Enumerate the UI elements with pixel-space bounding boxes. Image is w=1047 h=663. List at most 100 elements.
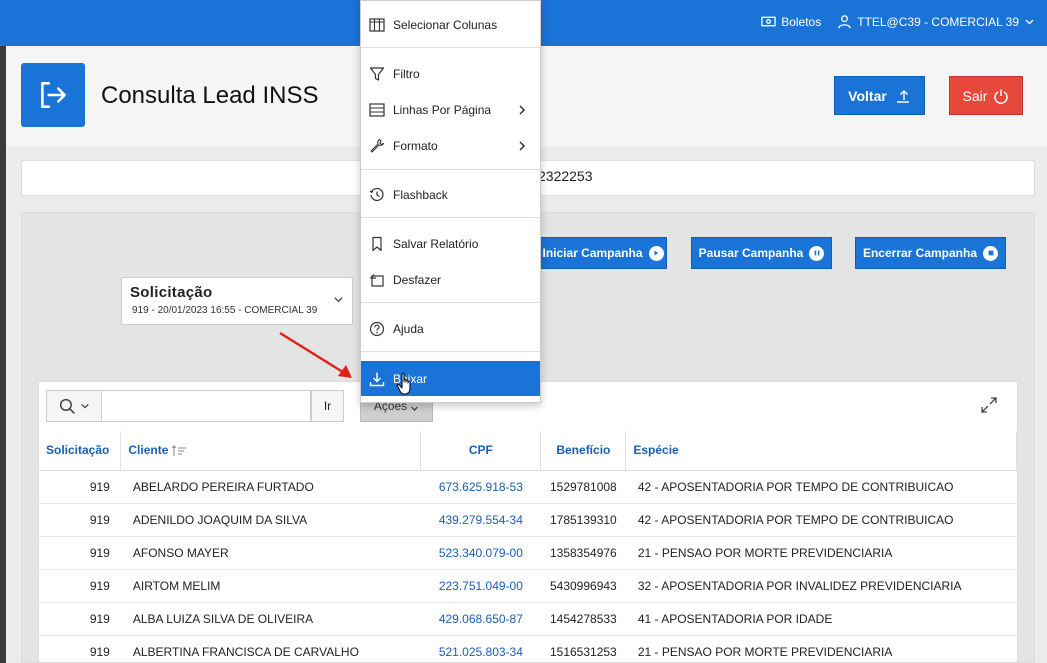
- user-menu[interactable]: TTEL@C39 - COMERCIAL 39: [837, 14, 1035, 29]
- cell-cpf-link[interactable]: 673.625.918-53: [420, 470, 541, 504]
- column-header-cliente-label: Cliente: [128, 443, 169, 458]
- top-right-nav: Boletos TTEL@C39 - COMERCIAL 39: [761, 14, 1035, 29]
- solicitacao-select[interactable]: Solicitação 919 - 20/01/2023 16:55 - COM…: [121, 277, 353, 325]
- bookmark-icon: [372, 236, 382, 252]
- cell-especie: 42 - APOSENTADORIA POR TEMPO DE CONTRIBU…: [625, 470, 1017, 504]
- cell-especie: 41 - APOSENTADORIA POR IDADE: [625, 602, 1017, 636]
- menu-item-linhas-por-pagina[interactable]: Linhas Por Página: [361, 95, 540, 125]
- page-icon: [21, 63, 85, 127]
- menu-item-baixar[interactable]: Baixar: [361, 361, 540, 396]
- cell-cpf-link[interactable]: 521.025.803-34: [420, 635, 541, 663]
- go-button[interactable]: Ir: [311, 390, 344, 422]
- search-column-button[interactable]: [46, 390, 102, 422]
- cell-solicitacao: 919: [39, 569, 121, 603]
- table-row: 919 ABELARDO PEREIRA FURTADO 673.625.918…: [39, 470, 1017, 504]
- chevron-down-icon: [334, 297, 343, 303]
- info-text: 2322253: [538, 168, 593, 184]
- boletos-link[interactable]: Boletos: [761, 14, 821, 29]
- cell-cpf-link[interactable]: 439.279.554-34: [420, 503, 541, 537]
- upload-arrow-icon: [896, 89, 909, 103]
- column-header-especie[interactable]: Espécie: [625, 431, 1017, 471]
- menu-item-filtro[interactable]: Filtro: [361, 59, 540, 89]
- cell-solicitacao: 919: [39, 470, 121, 504]
- end-campaign-button[interactable]: Encerrar Campanha: [855, 237, 1006, 269]
- cell-cliente: AIRTOM MELIM: [120, 569, 421, 603]
- power-icon: [994, 89, 1009, 104]
- search-icon: [59, 398, 75, 414]
- search-input[interactable]: [102, 390, 311, 422]
- menu-item-label: Filtro: [393, 67, 420, 81]
- back-button[interactable]: Voltar: [834, 76, 925, 115]
- pause-campaign-label: Pausar Campanha: [698, 246, 804, 260]
- wrench-icon: [370, 138, 385, 153]
- filter-icon: [369, 67, 385, 81]
- rows-icon: [369, 103, 385, 117]
- help-icon: [369, 321, 385, 337]
- menu-divider: [361, 47, 540, 48]
- menu-item-label: Formato: [393, 139, 438, 153]
- cell-beneficio: 5430996943: [540, 569, 626, 603]
- chevron-down-icon: [411, 406, 419, 411]
- undo-icon: [370, 274, 384, 287]
- table-row: 919 ALBERTINA FRANCISCA DE CARVALHO 521.…: [39, 635, 1017, 663]
- cell-solicitacao: 919: [39, 635, 121, 663]
- solicitacao-value: 919 - 20/01/2023 16:55 - COMERCIAL 39: [132, 305, 318, 316]
- cell-especie: 42 - APOSENTADORIA POR TEMPO DE CONTRIBU…: [625, 503, 1017, 537]
- actions-menu: Selecionar Colunas Filtro Linhas Por Pág…: [360, 0, 541, 403]
- chevron-right-icon: [519, 141, 526, 151]
- cell-cpf-link[interactable]: 429.068.650-87: [420, 602, 541, 636]
- chevron-down-icon: [80, 403, 89, 409]
- exit-button[interactable]: Sair: [949, 76, 1023, 115]
- pause-icon: [809, 245, 825, 261]
- cell-cliente: ALBERTINA FRANCISCA DE CARVALHO: [120, 635, 421, 663]
- cell-solicitacao: 919: [39, 536, 121, 570]
- cell-cliente: ADENILDO JOAQUIM DA SILVA: [120, 503, 421, 537]
- table-row: 919 AIRTOM MELIM 223.751.049-00 54309969…: [39, 569, 1017, 603]
- cell-especie: 21 - PENSAO POR MORTE PREVIDENCIARIA: [625, 635, 1017, 663]
- download-icon: [369, 372, 385, 386]
- column-header-beneficio[interactable]: Benefício: [540, 431, 627, 471]
- cell-especie: 32 - APOSENTADORIA POR INVALIDEZ PREVIDE…: [625, 569, 1017, 603]
- column-header-solicitacao[interactable]: Solicitação: [39, 431, 122, 471]
- menu-item-selecionar-colunas[interactable]: Selecionar Colunas: [361, 10, 540, 40]
- cell-beneficio: 1516531253: [540, 635, 626, 663]
- chevron-down-icon: [1025, 19, 1034, 25]
- cell-beneficio: 1358354976: [540, 536, 626, 570]
- cell-cpf-link[interactable]: 523.340.079-00: [420, 536, 541, 570]
- cell-cliente: ABELARDO PEREIRA FURTADO: [120, 470, 421, 504]
- cell-solicitacao: 919: [39, 602, 121, 636]
- money-icon: [761, 16, 776, 27]
- cell-cliente: AFONSO MAYER: [120, 536, 421, 570]
- menu-item-salvar-relatorio[interactable]: Salvar Relatório: [361, 229, 540, 259]
- columns-icon: [369, 18, 385, 32]
- column-header-cpf[interactable]: CPF: [420, 431, 542, 471]
- menu-item-flashback[interactable]: Flashback: [361, 180, 540, 210]
- user-label: TTEL@C39 - COMERCIAL 39: [857, 14, 1019, 29]
- clock-icon: [369, 187, 384, 202]
- start-campaign-button[interactable]: Iniciar Campanha: [539, 237, 667, 269]
- play-icon: [648, 245, 664, 261]
- table-row: 919 ALBA LUIZA SILVA DE OLIVEIRA 429.068…: [39, 602, 1017, 636]
- cell-beneficio: 1785139310: [540, 503, 626, 537]
- solicitacao-label: Solicitação: [130, 284, 213, 301]
- pause-campaign-button[interactable]: Pausar Campanha: [691, 237, 832, 269]
- cell-cpf-link[interactable]: 223.751.049-00: [420, 569, 541, 603]
- column-header-cliente[interactable]: Cliente: [120, 431, 422, 471]
- stop-icon: [983, 245, 999, 261]
- expand-icon[interactable]: [980, 396, 998, 414]
- menu-item-desfazer[interactable]: Desfazer: [361, 265, 540, 295]
- menu-divider: [361, 169, 540, 170]
- menu-item-label: Salvar Relatório: [393, 237, 479, 251]
- menu-item-ajuda[interactable]: Ajuda: [361, 314, 540, 344]
- user-icon: [838, 15, 851, 29]
- menu-item-label: Baixar: [393, 371, 428, 386]
- report-table: Solicitação Cliente CPF Benefício Espéci…: [39, 431, 1017, 663]
- menu-divider: [361, 302, 540, 303]
- menu-item-formato[interactable]: Formato: [361, 131, 540, 161]
- exit-button-label: Sair: [962, 87, 988, 104]
- cell-especie: 21 - PENSAO POR MORTE PREVIDENCIARIA: [625, 536, 1017, 570]
- menu-item-label: Desfazer: [393, 273, 442, 287]
- sort-ascending-icon: [172, 445, 187, 457]
- start-campaign-label: Iniciar Campanha: [542, 246, 643, 260]
- cell-beneficio: 1529781008: [540, 470, 626, 504]
